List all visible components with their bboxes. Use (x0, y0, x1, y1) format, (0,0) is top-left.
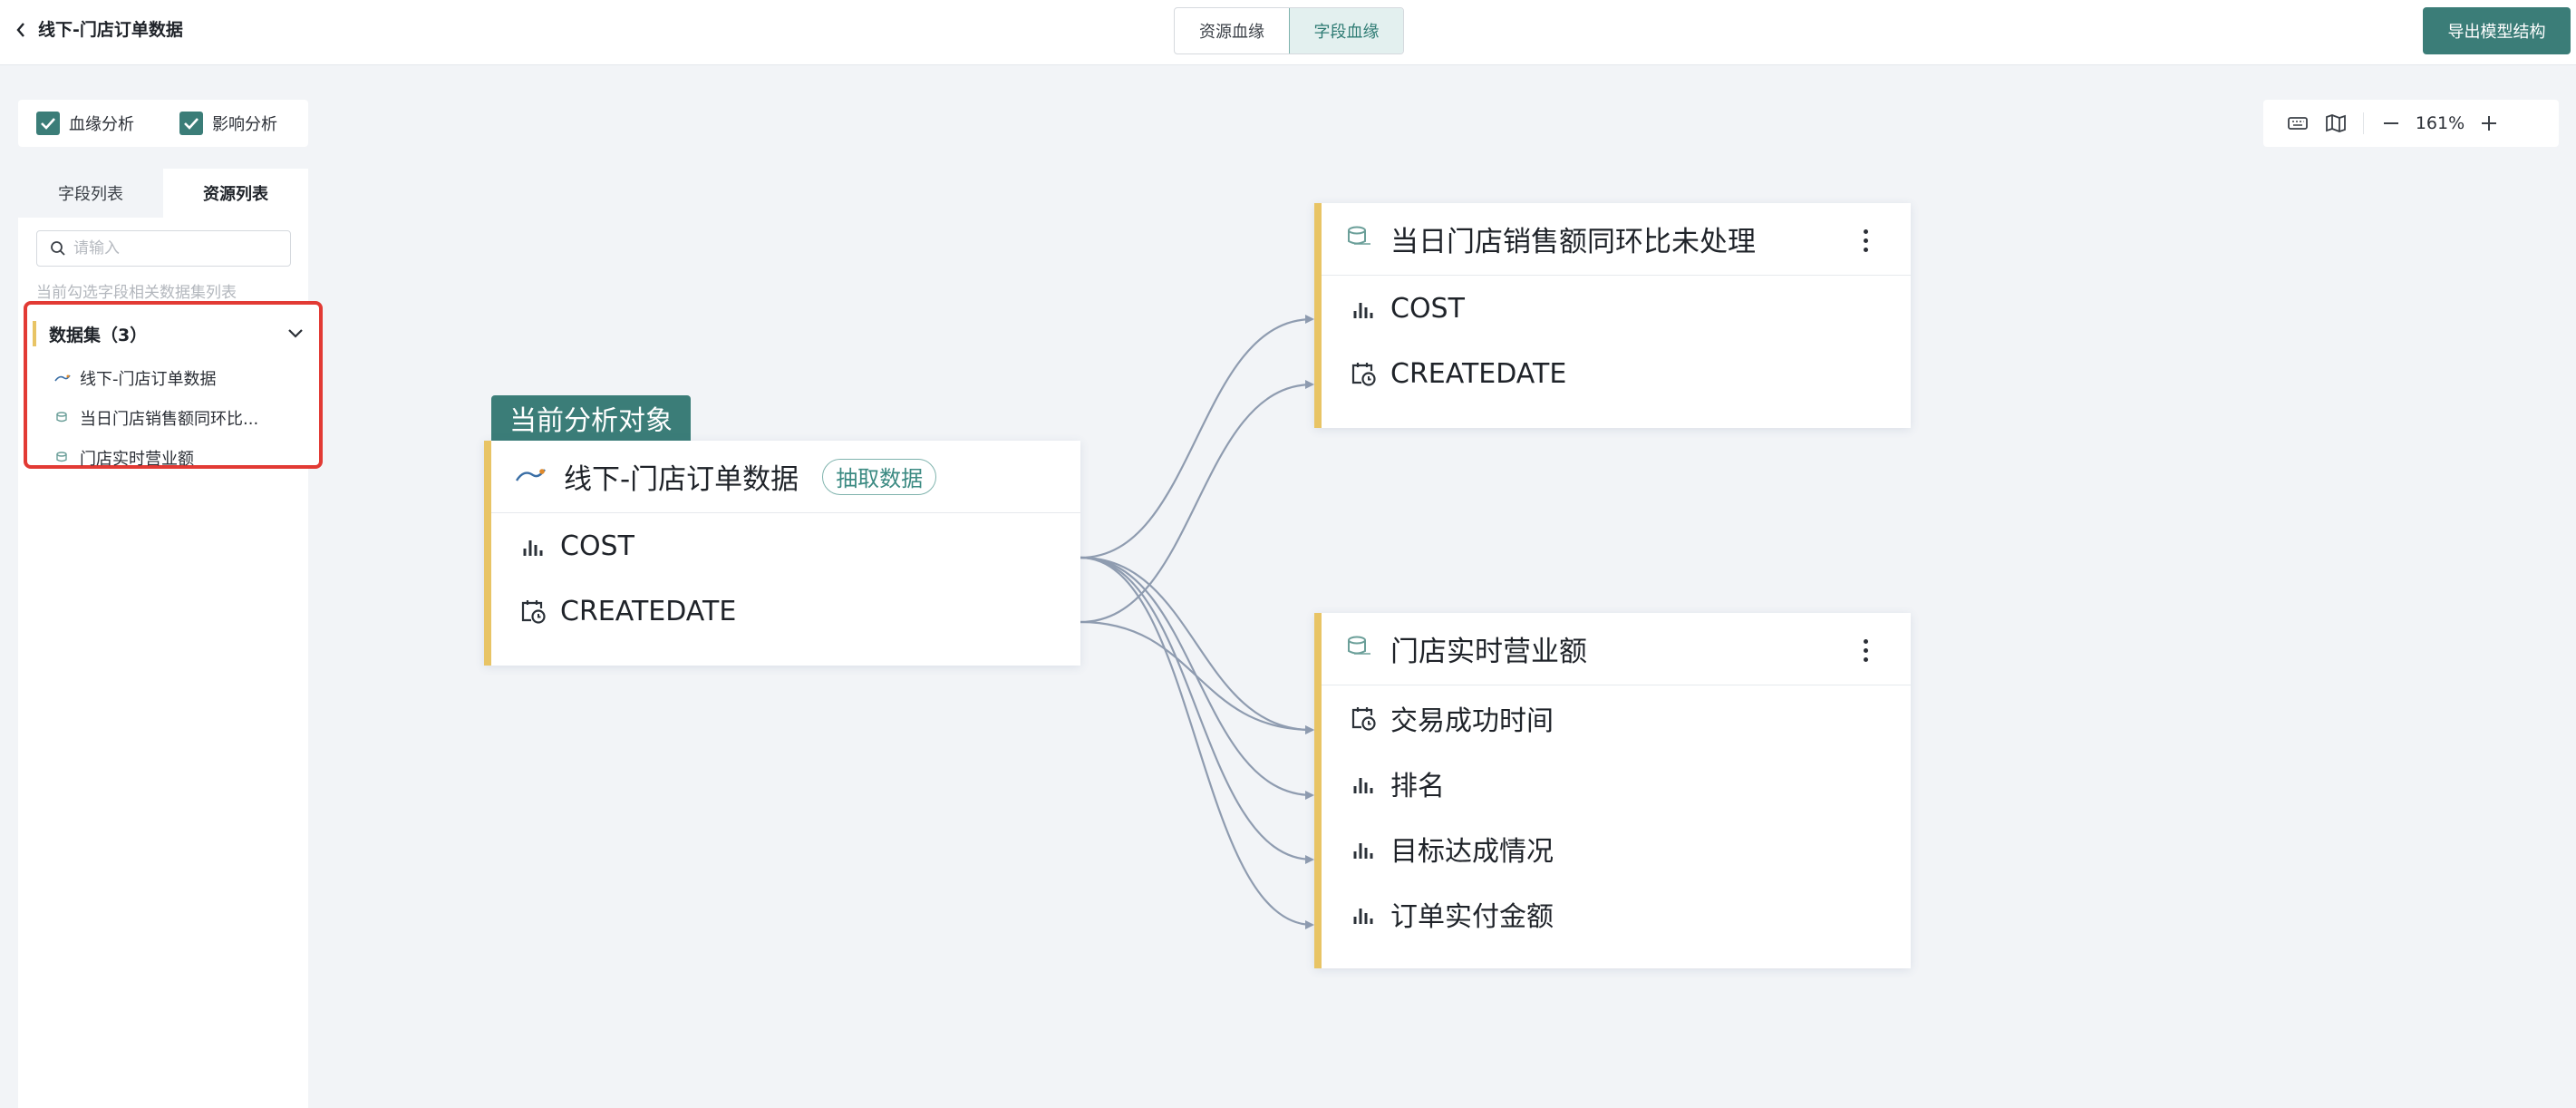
field-row-createdate[interactable]: CREATEDATE (491, 578, 1080, 644)
lineage-analysis-toggle[interactable]: 血缘分析 (36, 112, 134, 135)
zoom-in-icon[interactable] (2474, 109, 2503, 138)
sidebar-item-dataset[interactable]: 当日门店销售额同环比... (54, 406, 258, 430)
back-button[interactable] (7, 16, 34, 44)
tab-resource-list[interactable]: 资源列表 (163, 169, 308, 218)
edge-cost-to-paid-amount (1080, 556, 1314, 929)
field-name: 目标达成情况 (1390, 836, 1554, 868)
dataset-group-title: 数据集（3） (49, 325, 148, 345)
field-name: 排名 (1390, 771, 1445, 802)
card-title: 门店实时营业额 (1390, 636, 1587, 668)
sidebar-item-dataset[interactable]: 线下-门店订单数据 (54, 366, 217, 390)
etl-icon (54, 410, 71, 426)
field-name: 交易成功时间 (1390, 705, 1554, 737)
dataset-hint: 当前勾选字段相关数据集列表 (36, 284, 237, 302)
chevron-left-icon (16, 23, 24, 37)
dataset-group-header[interactable]: 数据集（3） (33, 321, 305, 346)
tab-field-list[interactable]: 字段列表 (18, 169, 163, 218)
more-vertical-icon[interactable] (1856, 635, 1874, 666)
mysql-icon (54, 370, 71, 386)
bar-chart-icon (1349, 769, 1378, 798)
page-title: 线下-门店订单数据 (38, 20, 183, 40)
checkbox-checked-icon[interactable] (36, 112, 60, 135)
mysql-icon (515, 465, 547, 489)
more-vertical-icon[interactable] (1856, 225, 1874, 256)
tab-resource-lineage[interactable]: 资源血缘 (1175, 8, 1289, 53)
zoom-level: 161% (2415, 113, 2465, 133)
lineage-analysis-label: 血缘分析 (69, 115, 134, 134)
resource-sidebar: 字段列表 资源列表 当前勾选字段相关数据集列表 数据集（3） 线下-门店订单数据 (18, 169, 323, 1108)
lineage-view-switch: 资源血缘 字段血缘 (1174, 7, 1404, 54)
field-row-paid-amount[interactable]: 订单实付金额 (1322, 881, 1911, 947)
bar-chart-icon (1349, 294, 1378, 323)
bar-chart-icon (1349, 834, 1378, 863)
edge-createdate-to-createdate (1080, 380, 1314, 624)
card-header: 门店实时营业额 (1322, 613, 1911, 685)
keyboard-icon[interactable] (2283, 109, 2312, 138)
edge-cost-to-cost (1080, 315, 1314, 559)
field-row-cost[interactable]: COST (1322, 276, 1911, 341)
field-row-createdate[interactable]: CREATEDATE (1322, 341, 1911, 406)
sidebar-item-label: 当日门店销售额同环比... (80, 410, 259, 429)
impact-analysis-toggle[interactable]: 影响分析 (179, 112, 277, 135)
minimap-icon[interactable] (2321, 109, 2350, 138)
tab-field-lineage[interactable]: 字段血缘 (1289, 8, 1403, 53)
edge-createdate-to-trade-time (1080, 620, 1314, 734)
card-title: 当日门店销售额同环比未处理 (1390, 226, 1756, 258)
current-analysis-tag: 当前分析对象 (491, 395, 691, 441)
toolbar-divider (2363, 112, 2364, 134)
edge-cost-to-trade-time (1080, 556, 1314, 734)
dataset-group: 数据集（3） 线下-门店订单数据 当日门店销售额同环比... 门店实时营业额 (24, 301, 323, 469)
field-row-cost[interactable]: COST (491, 513, 1080, 578)
search-input[interactable] (73, 239, 273, 258)
chevron-down-icon[interactable] (286, 328, 305, 339)
sidebar-search (36, 230, 291, 267)
etl-icon (1345, 224, 1372, 255)
target-dataset-card[interactable]: 当日门店销售额同环比未处理 COST CREATEDATE (1314, 203, 1911, 428)
extract-data-badge: 抽取数据 (822, 458, 937, 495)
sidebar-item-label: 门店实时营业额 (80, 450, 194, 469)
card-header: 当日门店销售额同环比未处理 (1322, 203, 1911, 276)
card-title: 线下-门店订单数据 (564, 463, 799, 496)
edge-cost-to-rank (1080, 556, 1314, 800)
calendar-clock-icon (1349, 704, 1378, 733)
card-header: 线下-门店订单数据 抽取数据 (491, 441, 1080, 513)
sidebar-item-dataset[interactable]: 门店实时营业额 (54, 446, 194, 470)
field-row-rank[interactable]: 排名 (1322, 751, 1911, 816)
analysis-toggles: 血缘分析 影响分析 (18, 100, 308, 147)
export-model-structure-button[interactable]: 导出模型结构 (2423, 7, 2571, 54)
etl-icon (1345, 634, 1372, 665)
field-name: COST (560, 530, 634, 562)
sidebar-item-label: 线下-门店订单数据 (80, 370, 217, 389)
field-row-target-status[interactable]: 目标达成情况 (1322, 816, 1911, 881)
field-name: CREATEDATE (1390, 357, 1567, 390)
source-dataset-card[interactable]: 线下-门店订单数据 抽取数据 COST CREATEDATE (484, 441, 1080, 666)
field-name: CREATEDATE (560, 595, 737, 627)
top-header: 线下-门店订单数据 资源血缘 字段血缘 导出模型结构 (0, 0, 2576, 65)
edge-cost-to-target-status (1080, 556, 1314, 864)
zoom-out-icon[interactable] (2377, 109, 2406, 138)
bar-chart-icon (518, 531, 547, 560)
target-dataset-card[interactable]: 门店实时营业额 交易成功时间 排名 目标达成情况 订单实付金额 (1314, 613, 1911, 968)
calendar-clock-icon (518, 597, 547, 626)
impact-analysis-label: 影响分析 (212, 115, 277, 134)
sidebar-tabs: 字段列表 资源列表 (18, 169, 308, 218)
field-name: COST (1390, 292, 1465, 325)
lineage-edges (1080, 315, 1314, 929)
field-row-trade-time[interactable]: 交易成功时间 (1322, 685, 1911, 751)
bar-chart-icon (1349, 899, 1378, 928)
canvas-toolbar: 161% (2263, 100, 2559, 147)
search-icon (51, 241, 65, 256)
calendar-clock-icon (1349, 359, 1378, 388)
checkbox-checked-icon[interactable] (179, 112, 203, 135)
etl-icon (54, 450, 71, 466)
field-name: 订单实付金额 (1390, 901, 1554, 933)
